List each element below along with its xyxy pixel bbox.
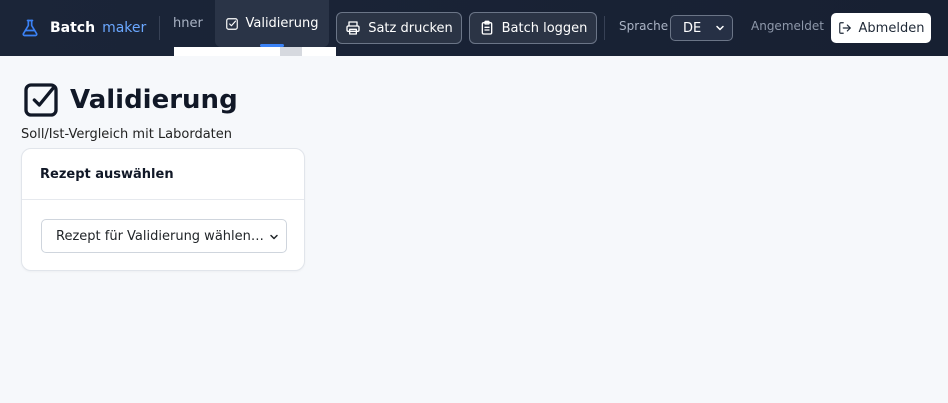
brand-logo[interactable]: Batch maker — [20, 0, 146, 56]
language-label: Sprache — [619, 19, 669, 33]
printer-icon — [346, 21, 360, 35]
print-batch-button[interactable]: Satz drucken — [336, 12, 462, 44]
recipe-select[interactable]: Rezept für Validierung wählen… — [41, 219, 287, 253]
login-status: Angemeldet — [751, 19, 824, 33]
checkbox-icon — [24, 83, 58, 117]
tab-validierung[interactable]: Validierung — [215, 0, 329, 47]
brand-name-part1: Batch — [50, 20, 96, 36]
page-title: Validierung — [70, 85, 238, 115]
logout-icon — [838, 22, 851, 34]
log-batch-label: Batch loggen — [501, 20, 588, 36]
nav-scrollbar-thumb[interactable] — [280, 47, 302, 56]
recipe-select-card: Rezept auswählen Rezept für Validierung … — [21, 148, 305, 271]
recipe-select-placeholder: Rezept für Validierung wählen… — [56, 228, 264, 244]
tab-validierung-label: Validierung — [245, 16, 319, 31]
print-batch-label: Satz drucken — [368, 20, 453, 36]
toolbar-divider — [604, 16, 605, 40]
nav-item-partial[interactable]: hner — [173, 16, 203, 31]
logout-label: Abmelden — [858, 20, 925, 36]
language-value: DE — [683, 20, 702, 36]
log-batch-button[interactable]: Batch loggen — [469, 12, 597, 44]
nav-divider — [159, 16, 160, 40]
logout-button[interactable]: Abmelden — [831, 13, 931, 43]
card-title: Rezept auswählen — [22, 149, 304, 200]
chevron-down-icon — [716, 25, 724, 31]
top-navbar: Batch maker hner Validierung Satz drucke… — [0, 0, 948, 56]
language-select[interactable]: DE — [670, 15, 733, 41]
flask-icon — [22, 19, 38, 37]
checkbox-icon — [226, 17, 239, 30]
chevron-down-icon — [270, 234, 278, 240]
page-subtitle: Soll/Ist-Vergleich mit Labordaten — [21, 127, 233, 142]
nav-scrollbar[interactable] — [174, 47, 336, 56]
brand-name-part2: maker — [102, 20, 147, 36]
page-header: Validierung — [21, 80, 238, 120]
clipboard-icon — [481, 20, 492, 35]
